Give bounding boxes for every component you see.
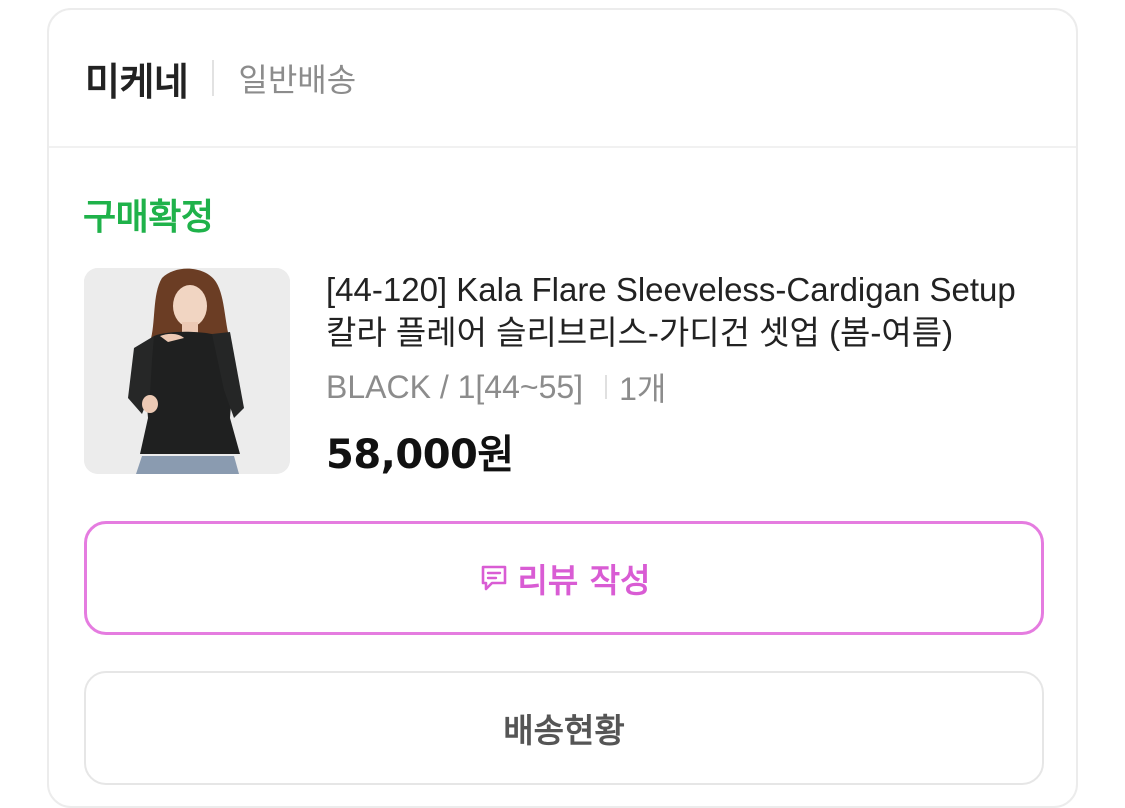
option-divider (605, 375, 608, 399)
write-review-label: 리뷰 작성 (517, 561, 651, 600)
product-price: 58,000원 (326, 432, 514, 478)
shipping-type: 일반배송 (238, 61, 357, 99)
header-divider (212, 60, 215, 96)
order-status: 구매확정 (83, 197, 214, 238)
shipping-status-label: 배송현황 (503, 711, 625, 750)
product-info: [44-120] Kala Flare Sleeveless-Cardigan … (326, 268, 1046, 480)
write-review-button[interactable]: 리뷰 작성 (84, 521, 1044, 635)
product-photo-illustration (84, 268, 290, 474)
product-thumbnail[interactable] (84, 268, 290, 474)
order-card-header: 미케네 일반배송 (49, 10, 1076, 148)
product-option: BLACK / 1[44~55] (326, 368, 584, 405)
seller-name[interactable]: 미케네 (85, 51, 189, 106)
review-speech-icon (481, 565, 506, 591)
product-title[interactable]: [44-120] Kala Flare Sleeveless-Cardigan … (326, 268, 1046, 354)
shipping-status-button[interactable]: 배송현황 (84, 671, 1044, 785)
product-option-row: BLACK / 1[44~55] 1개 (326, 364, 1046, 410)
order-card: 미케네 일반배송 구매확정 [44-120] Kala Flare Sleeve… (47, 8, 1078, 808)
product-quantity: 1개 (619, 371, 667, 407)
